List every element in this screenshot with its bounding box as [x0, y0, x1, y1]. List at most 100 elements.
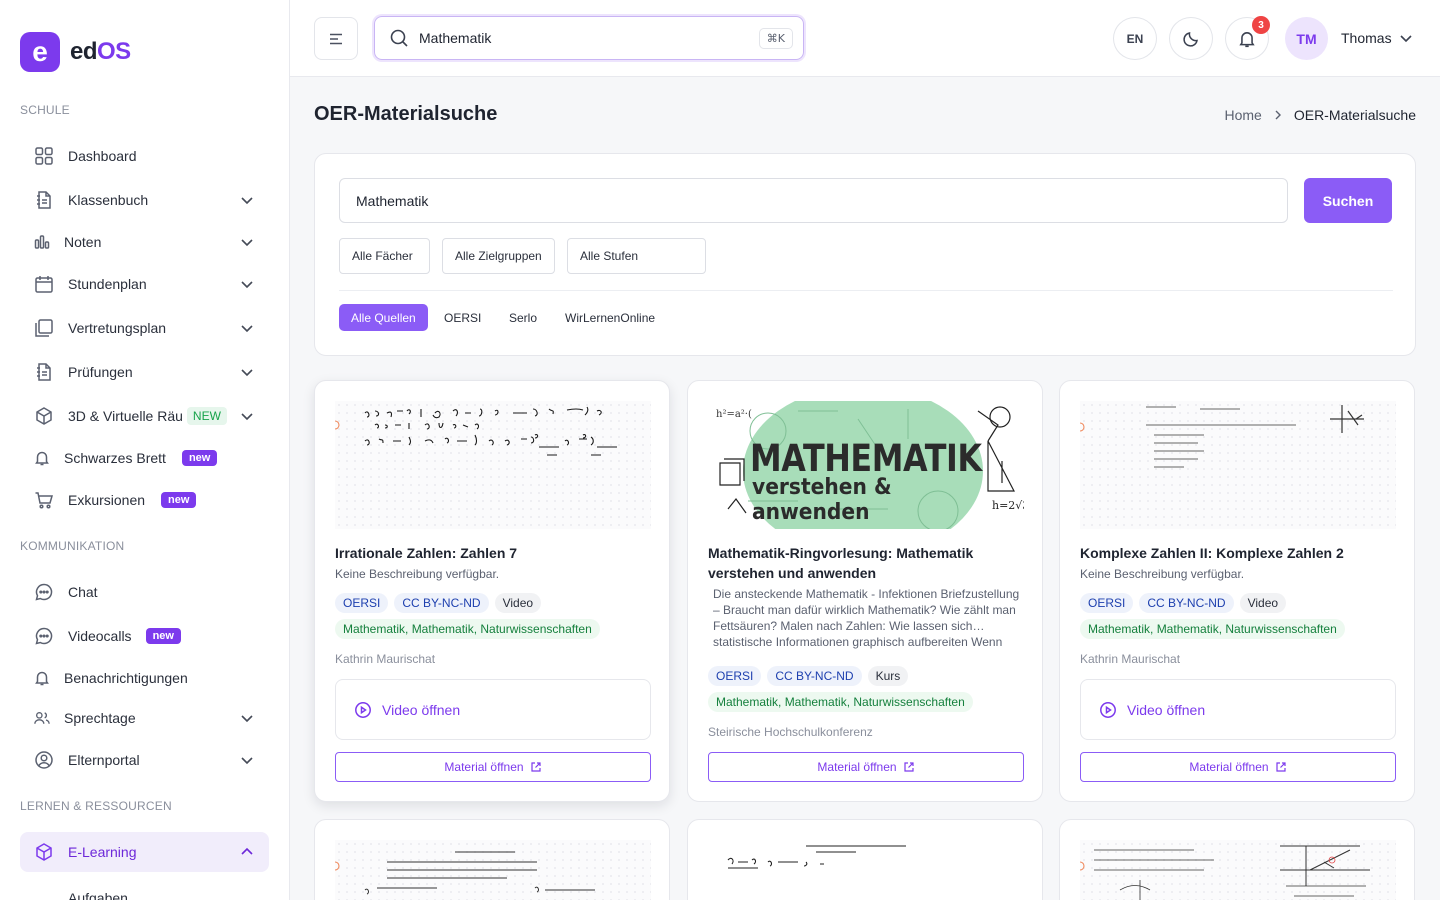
- chevron-down-icon: [241, 239, 253, 247]
- card-author: Steirische Hochschulkonferenz: [708, 725, 873, 739]
- sidebar-item-label: Benachrichtigungen: [64, 670, 188, 686]
- new-badge: new: [161, 492, 197, 508]
- cube-icon: [34, 842, 54, 862]
- avatar[interactable]: TM: [1285, 17, 1328, 60]
- sidebar-item-pruefungen[interactable]: Prüfungen: [20, 352, 269, 392]
- section-label-kommunikation: KOMMUNIKATION: [20, 539, 125, 553]
- notifications-button[interactable]: 3: [1225, 16, 1270, 60]
- result-card: [1059, 819, 1415, 900]
- material-open-button[interactable]: Material öffnen: [335, 752, 651, 782]
- thumbnail-subtitle: verstehen & anwenden: [752, 475, 892, 525]
- sidebar-item-label: Dashboard: [68, 148, 137, 164]
- result-card: Komplexe Zahlen II: Komplexe Zahlen 2 Ke…: [1059, 380, 1415, 802]
- global-search-input[interactable]: [419, 30, 739, 46]
- material-search-input[interactable]: [339, 178, 1288, 223]
- video-thumbnail: [335, 401, 651, 529]
- logo-mark: e: [20, 32, 60, 72]
- bell-icon: [34, 668, 50, 688]
- user-name[interactable]: Thomas: [1341, 30, 1392, 46]
- sidebar-item-label: Aufgaben: [68, 890, 128, 900]
- bell-icon: [1239, 31, 1255, 47]
- notebook-icon: [34, 190, 54, 210]
- sidebar-item-chat[interactable]: Chat: [20, 572, 269, 612]
- sidebar-item-label: Klassenbuch: [68, 192, 149, 208]
- sidebar-item-label: 3D & Virtuelle Räu: [68, 408, 183, 424]
- material-open-label: Material öffnen: [1189, 760, 1269, 774]
- video-open-label: Video öffnen: [1127, 701, 1206, 718]
- sidebar-item-klassenbuch[interactable]: Klassenbuch: [20, 180, 269, 220]
- filter-stufen[interactable]: Alle Stufen: [567, 238, 706, 274]
- filter-faecher[interactable]: Alle Fächer: [339, 238, 430, 274]
- breadcrumb-home[interactable]: Home: [1224, 107, 1261, 123]
- sidebar-item-label: Videocalls: [68, 628, 132, 644]
- svg-text:h²=a²·(: h²=a²·(: [716, 409, 752, 420]
- material-open-button[interactable]: Material öffnen: [708, 752, 1024, 782]
- card-title: Mathematik-Ringvorlesung: Mathematik ver…: [708, 545, 974, 581]
- sidebar-subitem-aufgaben[interactable]: Aufgaben: [20, 878, 269, 900]
- tab-wirlernenonline[interactable]: WirLernenOnline: [553, 304, 667, 331]
- chevron-down-icon: [241, 281, 253, 289]
- shortcut-hint: ⌘K: [758, 28, 793, 49]
- sidebar-item-3d-virtuell[interactable]: 3D & Virtuelle Räu NEW: [20, 396, 269, 436]
- sidebar-item-elternportal[interactable]: Elternportal: [20, 740, 269, 780]
- sidebar-item-noten[interactable]: Noten: [20, 222, 269, 262]
- tab-serlo[interactable]: Serlo: [497, 304, 549, 331]
- search-button[interactable]: Suchen: [1304, 178, 1392, 223]
- card-description: Die ansteckende Mathematik - Infektionen…: [713, 587, 1020, 649]
- sidebar-item-stundenplan[interactable]: Stundenplan: [20, 264, 269, 304]
- card-author: Kathrin Maurischat: [335, 652, 436, 666]
- sidebar-item-vertretungsplan[interactable]: Vertretungsplan: [20, 308, 269, 348]
- logo[interactable]: e edOS: [20, 32, 131, 72]
- page-title: OER-Materialsuche: [314, 103, 498, 125]
- sidebar-item-videocalls[interactable]: Videocalls new: [20, 616, 269, 656]
- sidebar-item-dashboard[interactable]: Dashboard: [20, 136, 269, 176]
- chevron-down-icon: [241, 413, 253, 421]
- filter-zielgruppen[interactable]: Alle Zielgruppen: [442, 238, 555, 274]
- sidebar-item-label: E-Learning: [68, 844, 137, 860]
- card-title: Irrationale Zahlen: Zahlen 7: [335, 545, 518, 561]
- tab-oersi[interactable]: OERSI: [432, 304, 493, 331]
- sidebar-item-sprechtage[interactable]: Sprechtage: [20, 698, 269, 738]
- chevron-right-icon: [1275, 110, 1281, 120]
- result-card: [687, 819, 1043, 900]
- external-link-icon: [530, 762, 541, 772]
- sidebar-item-exkursionen[interactable]: Exkursionen new: [20, 480, 269, 520]
- breadcrumb-current: OER-Materialsuche: [1293, 107, 1416, 123]
- video-thumbnail: [708, 840, 1024, 900]
- tag-row: OERSI CC BY-NC-ND Kurs: [708, 666, 909, 686]
- chevron-down-icon: [241, 715, 253, 723]
- sidebar-item-label: Prüfungen: [68, 364, 133, 380]
- sidebar-item-schwarzes-brett[interactable]: Schwarzes Brett new: [20, 438, 269, 478]
- menu-toggle-button[interactable]: [314, 17, 358, 60]
- sidebar-item-label: Schwarzes Brett: [64, 450, 166, 466]
- global-search[interactable]: ⌘K: [374, 16, 804, 60]
- sidebar-item-label: Sprechtage: [64, 710, 136, 726]
- result-card: Irrationale Zahlen: Zahlen 7 Keine Besch…: [314, 380, 670, 802]
- subject-tag: Mathematik, Mathematik, Naturwissenschaf…: [335, 619, 600, 639]
- users-icon: [34, 708, 50, 728]
- language-button[interactable]: EN: [1113, 17, 1157, 60]
- source-tag: OERSI: [1080, 593, 1134, 613]
- copy-icon: [34, 318, 54, 338]
- user-circle-icon: [34, 750, 54, 770]
- video-open-button[interactable]: Video öffnen: [335, 679, 651, 740]
- chevron-up-icon: [241, 847, 253, 855]
- video-thumbnail: [335, 840, 651, 900]
- subject-row: Mathematik, Mathematik, Naturwissenschaf…: [1080, 619, 1345, 639]
- video-open-button[interactable]: Video öffnen: [1080, 679, 1396, 740]
- tab-alle-quellen[interactable]: Alle Quellen: [339, 304, 428, 331]
- type-tag: Kurs: [867, 666, 909, 686]
- play-circle-icon: [1100, 701, 1116, 718]
- sidebar-item-label: Vertretungsplan: [68, 320, 167, 336]
- material-open-button[interactable]: Material öffnen: [1080, 752, 1396, 782]
- sidebar-item-elearning[interactable]: E-Learning: [20, 832, 269, 872]
- calendar-icon: [34, 274, 54, 294]
- external-link-icon: [1275, 762, 1286, 772]
- external-link-icon: [903, 762, 914, 772]
- sidebar-item-label: Chat: [68, 584, 98, 600]
- theme-toggle-button[interactable]: [1169, 17, 1213, 60]
- video-chat-icon: [34, 626, 54, 646]
- sidebar-item-benachrichtigungen[interactable]: Benachrichtigungen: [20, 658, 269, 698]
- tag-row: OERSI CC BY-NC-ND Video: [335, 593, 542, 613]
- chevron-down-icon[interactable]: [1398, 30, 1414, 46]
